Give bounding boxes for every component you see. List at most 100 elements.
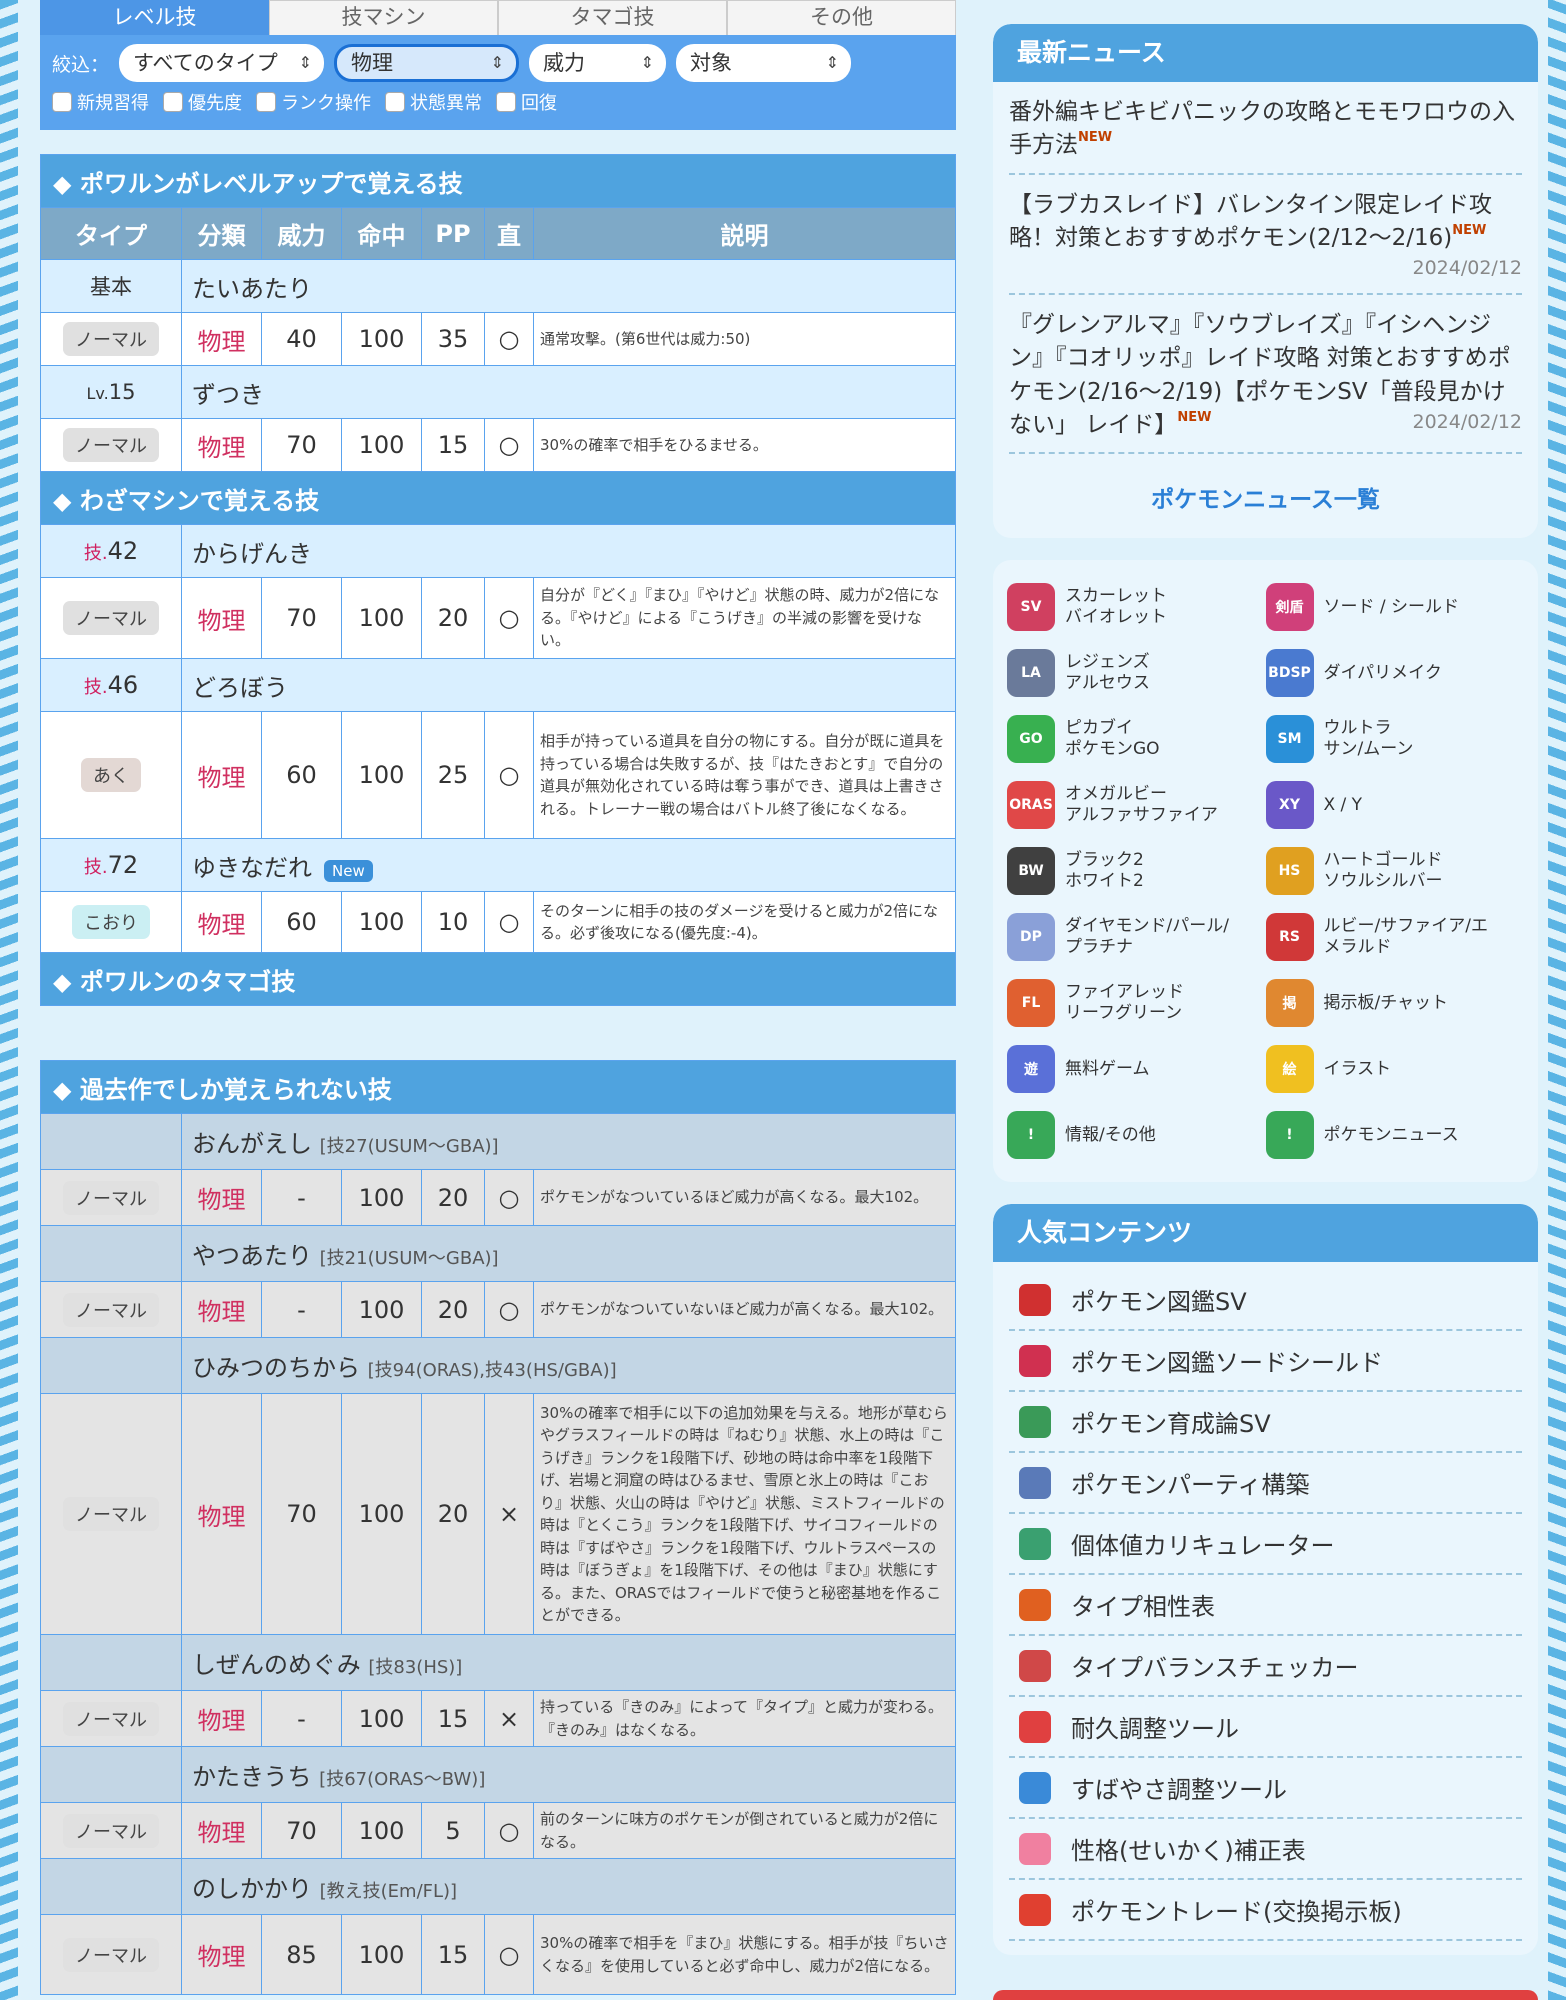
move-detail-row: ノーマル 物理 70 100 5 ○ 前のターンに味方のポケモンが倒されていると… — [40, 1802, 956, 1859]
type-cell: ノーマル — [40, 1393, 182, 1635]
game-link[interactable]: BDSP ダイパリメイク — [1265, 648, 1525, 698]
popular-item[interactable]: ポケモントレード(交換掲示板) — [1009, 1880, 1522, 1942]
move-name[interactable]: どろぼう — [192, 674, 288, 702]
content-icon — [1019, 1893, 1051, 1926]
game-link[interactable]: 遊無料ゲーム — [1007, 1044, 1266, 1094]
level-cell: 基本 — [40, 259, 182, 313]
move-name[interactable]: おんがえし — [192, 1130, 312, 1158]
popular-item[interactable]: ポケモン図鑑SV — [1009, 1270, 1522, 1332]
popular-item[interactable]: ポケモン育成論SV — [1009, 1392, 1522, 1454]
news-list-link[interactable]: ポケモンニュース一覧 — [1009, 454, 1522, 522]
checkbox-rank-change[interactable]: ランク操作 — [256, 89, 371, 115]
news-item[interactable]: 『グレンアルマ』『ソウブレイズ』『イシヘンジン』『コオリッポ』レイド攻略 対策と… — [1009, 295, 1522, 455]
tm-number-cell: 技.46 — [40, 658, 182, 712]
tab-level-moves[interactable]: レベル技 — [40, 0, 269, 35]
popular-item[interactable]: ポケモン図鑑ソードシールド — [1009, 1331, 1522, 1393]
target-select[interactable]: 対象 ⇕ — [676, 44, 852, 82]
category-select[interactable]: 物理 ⇕ — [334, 44, 520, 82]
game-link[interactable]: HS ハートゴールド ソウルシルバー — [1265, 846, 1525, 896]
power-select[interactable]: 威力 ⇕ — [529, 44, 667, 82]
move-name[interactable]: しぜんのめぐみ — [192, 1651, 361, 1679]
news-item[interactable]: 番外編キビキビパニックの攻略とモモワロウの入手方法NEW — [1009, 82, 1522, 175]
accuracy-cell: 100 — [341, 711, 422, 839]
news-link[interactable]: 【ラブカスレイド】バレンタイン限定レイド攻略！対策とおすすめポケモン(2/12〜… — [1009, 192, 1492, 251]
game-logo-icon: LA — [1007, 649, 1055, 698]
news-link[interactable]: 番外編キビキビパニックの攻略とモモワロウの入手方法 — [1009, 99, 1515, 158]
game-link[interactable]: 絵イラスト — [1265, 1044, 1525, 1094]
game-logo-icon: 掲 — [1265, 979, 1314, 1028]
game-link[interactable]: DP ダイヤモンド/パール/ プラチナ — [1007, 912, 1266, 962]
power-cell: - — [261, 1281, 342, 1338]
game-label: 無料ゲーム — [1065, 1058, 1150, 1079]
move-name[interactable]: ひみつのちから — [192, 1354, 360, 1382]
move-detail-row: ノーマル 物理 70 100 15 ○ 30%の確率で相手をひるませる。 — [40, 418, 956, 472]
game-link[interactable]: 剣盾 ソード / シールド — [1265, 582, 1525, 632]
move-header-row: おんがえし [技27(USUM〜GBA)] — [40, 1113, 956, 1170]
game-link[interactable]: LA レジェンズ アルセウス — [1007, 648, 1266, 698]
type-select[interactable]: すべてのタイプ ⇕ — [119, 44, 325, 82]
popular-item[interactable]: すばやさ調整ツール — [1009, 1758, 1522, 1820]
game-link[interactable]: SV スカーレット バイオレット — [1007, 582, 1266, 632]
popular-item[interactable]: 耐久調整ツール — [1009, 1697, 1522, 1759]
popular-item[interactable]: 個体値カリキュレーター — [1009, 1514, 1522, 1576]
game-logo-icon: GO — [1007, 715, 1055, 764]
game-link[interactable]: 掲掲示板/チャット — [1265, 978, 1525, 1028]
category-cell: 物理 — [181, 312, 262, 366]
popular-item[interactable]: タイプバランスチェッカー — [1009, 1636, 1522, 1698]
move-name[interactable]: のしかかり — [192, 1875, 312, 1903]
type-badge: こおり — [72, 905, 150, 939]
category-cell: 物理 — [181, 1914, 262, 1995]
col-power: 威力 — [261, 207, 342, 260]
popular-item[interactable]: 性格(せいかく)補正表 — [1009, 1819, 1522, 1881]
game-link[interactable]: ! 情報/その他 — [1007, 1110, 1266, 1160]
move-name[interactable]: ずつき — [181, 365, 956, 419]
accuracy-cell: 100 — [341, 312, 422, 366]
move-name[interactable]: かたきうち — [192, 1763, 312, 1791]
move-name[interactable]: やつあたり — [192, 1242, 312, 1270]
checkbox-new-moves[interactable]: 新規習得 — [52, 89, 149, 115]
news-date: 2024/02/12 — [1412, 410, 1522, 433]
move-name[interactable]: たいあたり — [181, 259, 956, 313]
popular-item[interactable]: タイプ相性表 — [1009, 1575, 1522, 1637]
move-source-hint: [技94(ORAS),技43(HS/GBA)] — [367, 1360, 617, 1381]
pp-cell: 5 — [421, 1802, 485, 1859]
pp-cell: 35 — [421, 312, 485, 366]
game-link[interactable]: GO ピカブイ ポケモンGO — [1007, 714, 1266, 764]
game-link[interactable]: RS ルビー/サファイア/エ メラルド — [1265, 912, 1525, 962]
accuracy-cell: 100 — [341, 1393, 422, 1635]
new-badge-icon: NEW — [1078, 130, 1113, 146]
tab-other-moves[interactable]: その他 — [727, 0, 956, 35]
checkbox-status[interactable]: 状態異常 — [385, 89, 482, 115]
checkbox-recovery[interactable]: 回復 — [496, 89, 557, 115]
category-cell: 物理 — [181, 577, 262, 659]
type-cell: ノーマル — [40, 1914, 182, 1995]
tab-egg-moves[interactable]: タマゴ技 — [498, 0, 727, 35]
chevron-updown-icon: ⇕ — [298, 53, 313, 72]
tm-number-cell: 技.72 — [40, 838, 182, 892]
type-badge: ノーマル — [63, 601, 159, 635]
type-cell: ノーマル — [40, 1690, 182, 1747]
game-link[interactable]: ! ポケモンニュース — [1265, 1110, 1525, 1160]
level-moves-table: ◆ ポワルンがレベルアップで覚える技 タイプ 分類 威力 命中 PP 直 説明 … — [40, 154, 956, 1006]
accuracy-cell: 100 — [341, 1802, 422, 1859]
section-tm-moves: ◆ わざマシンで覚える技 — [40, 471, 956, 525]
game-link[interactable]: BW ブラック2 ホワイト2 — [1007, 846, 1266, 896]
popular-item[interactable]: ポケモンパーティ構築 — [1009, 1453, 1522, 1515]
col-accuracy: 命中 — [341, 207, 422, 260]
game-link[interactable]: XY X / Y — [1265, 780, 1525, 830]
power-cell: 70 — [261, 577, 342, 659]
news-item[interactable]: 【ラブカスレイド】バレンタイン限定レイド攻略！対策とおすすめポケモン(2/12〜… — [1009, 175, 1522, 295]
game-link[interactable]: FL ファイアレッド リーフグリーン — [1007, 978, 1266, 1028]
game-link[interactable]: ORAS オメガルビー アルファサファイア — [1007, 780, 1266, 830]
description-cell: 持っている『きのみ』によって『タイプ』と威力が変わる。『きのみ』はなくなる。 — [533, 1690, 956, 1747]
checkbox-priority[interactable]: 優先度 — [163, 89, 242, 115]
popular-label: ポケモン育成論SV — [1071, 1410, 1271, 1439]
game-link[interactable]: SM ウルトラ サン/ムーン — [1265, 714, 1525, 764]
tab-tm-moves[interactable]: 技マシン — [269, 0, 498, 35]
move-name[interactable]: ゆきなだれ — [192, 854, 312, 882]
news-date: 2024/02/12 — [1412, 257, 1522, 280]
col-category: 分類 — [181, 207, 262, 260]
game-logo-icon: BDSP — [1265, 649, 1314, 698]
move-name[interactable]: からげんき — [192, 540, 312, 568]
section-egg-moves: ◆ ポワルンのタマゴ技 — [40, 952, 956, 1006]
